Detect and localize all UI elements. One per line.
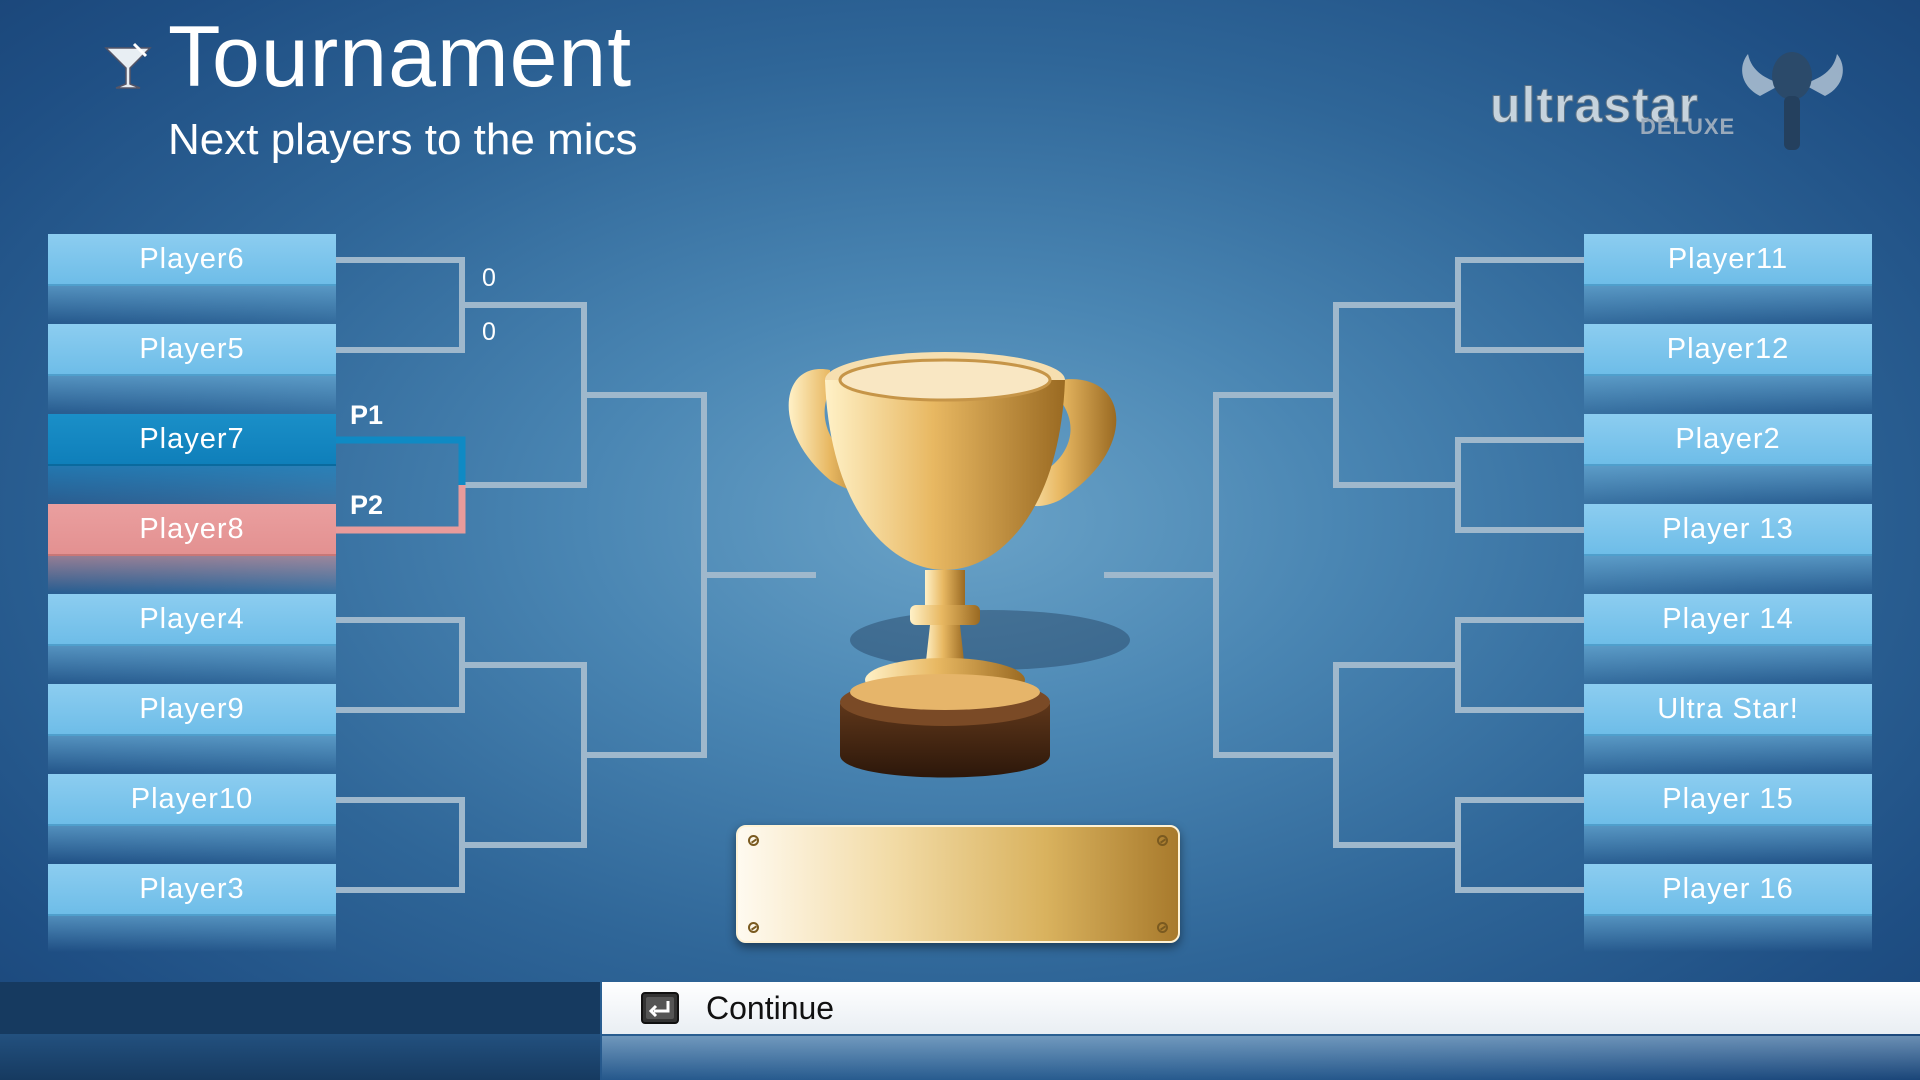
bracket-line-l7 xyxy=(584,392,707,758)
continue-label: Continue xyxy=(706,989,835,1026)
bracket-slot-left-2: Player5 xyxy=(48,324,336,412)
bracket-slot-left-4: Player8 xyxy=(48,504,336,592)
trophy-icon xyxy=(788,352,1130,778)
bracket-slot-left-6: Player9 xyxy=(48,684,336,772)
match-score-top: 0 xyxy=(482,264,496,292)
bracket-line-r6 xyxy=(1333,662,1458,848)
bracket-slot-left-5: Player4 xyxy=(48,594,336,682)
bracket-line-l5 xyxy=(462,302,587,488)
bracket-slot-right-8: Player 16 xyxy=(1584,864,1872,952)
footer-left-panel xyxy=(0,982,600,1080)
bracket-line-r2 xyxy=(1455,437,1584,533)
bracket-line-l3 xyxy=(336,617,465,713)
bracket-slot-right-4: Player 13 xyxy=(1584,504,1872,592)
bracket-slot-left-8: Player3 xyxy=(48,864,336,952)
bracket-line-l6 xyxy=(462,662,587,848)
screw-icon xyxy=(1157,922,1168,933)
screw-icon xyxy=(748,922,759,933)
screw-icon xyxy=(748,835,759,846)
bracket-slot-left-1: Player6 xyxy=(48,234,336,322)
bracket-line-l1 xyxy=(336,257,465,353)
continue-reflection xyxy=(602,1036,1920,1080)
bracket-slot-left-7: Player10 xyxy=(48,774,336,862)
p1-line xyxy=(336,436,466,485)
screw-icon xyxy=(1157,835,1168,846)
bracket-line-r4 xyxy=(1455,797,1584,893)
p2-label: P2 xyxy=(350,490,384,520)
bracket-line-r7 xyxy=(1213,392,1336,758)
bracket-slot-right-6: Ultra Star! xyxy=(1584,684,1872,772)
bracket-slot-right-2: Player12 xyxy=(1584,324,1872,412)
bracket-slot-right-1: Player11 xyxy=(1584,234,1872,322)
bracket-slot-right-7: Player 15 xyxy=(1584,774,1872,862)
enter-key-icon xyxy=(641,992,679,1024)
match-score-bottom: 0 xyxy=(482,318,496,346)
p1-label: P1 xyxy=(350,400,384,430)
bracket-line-l4 xyxy=(336,797,465,893)
bracket-slot-right-3: Player2 xyxy=(1584,414,1872,502)
continue-button[interactable]: Continue xyxy=(602,982,1920,1034)
bracket-slot-right-5: Player 14 xyxy=(1584,594,1872,682)
winner-plate xyxy=(736,825,1180,943)
bracket-line-r3 xyxy=(1455,617,1584,713)
bracket-slot-left-3: Player7 xyxy=(48,414,336,502)
bracket-line-r5 xyxy=(1333,302,1458,488)
bracket-line-r1 xyxy=(1455,257,1584,353)
